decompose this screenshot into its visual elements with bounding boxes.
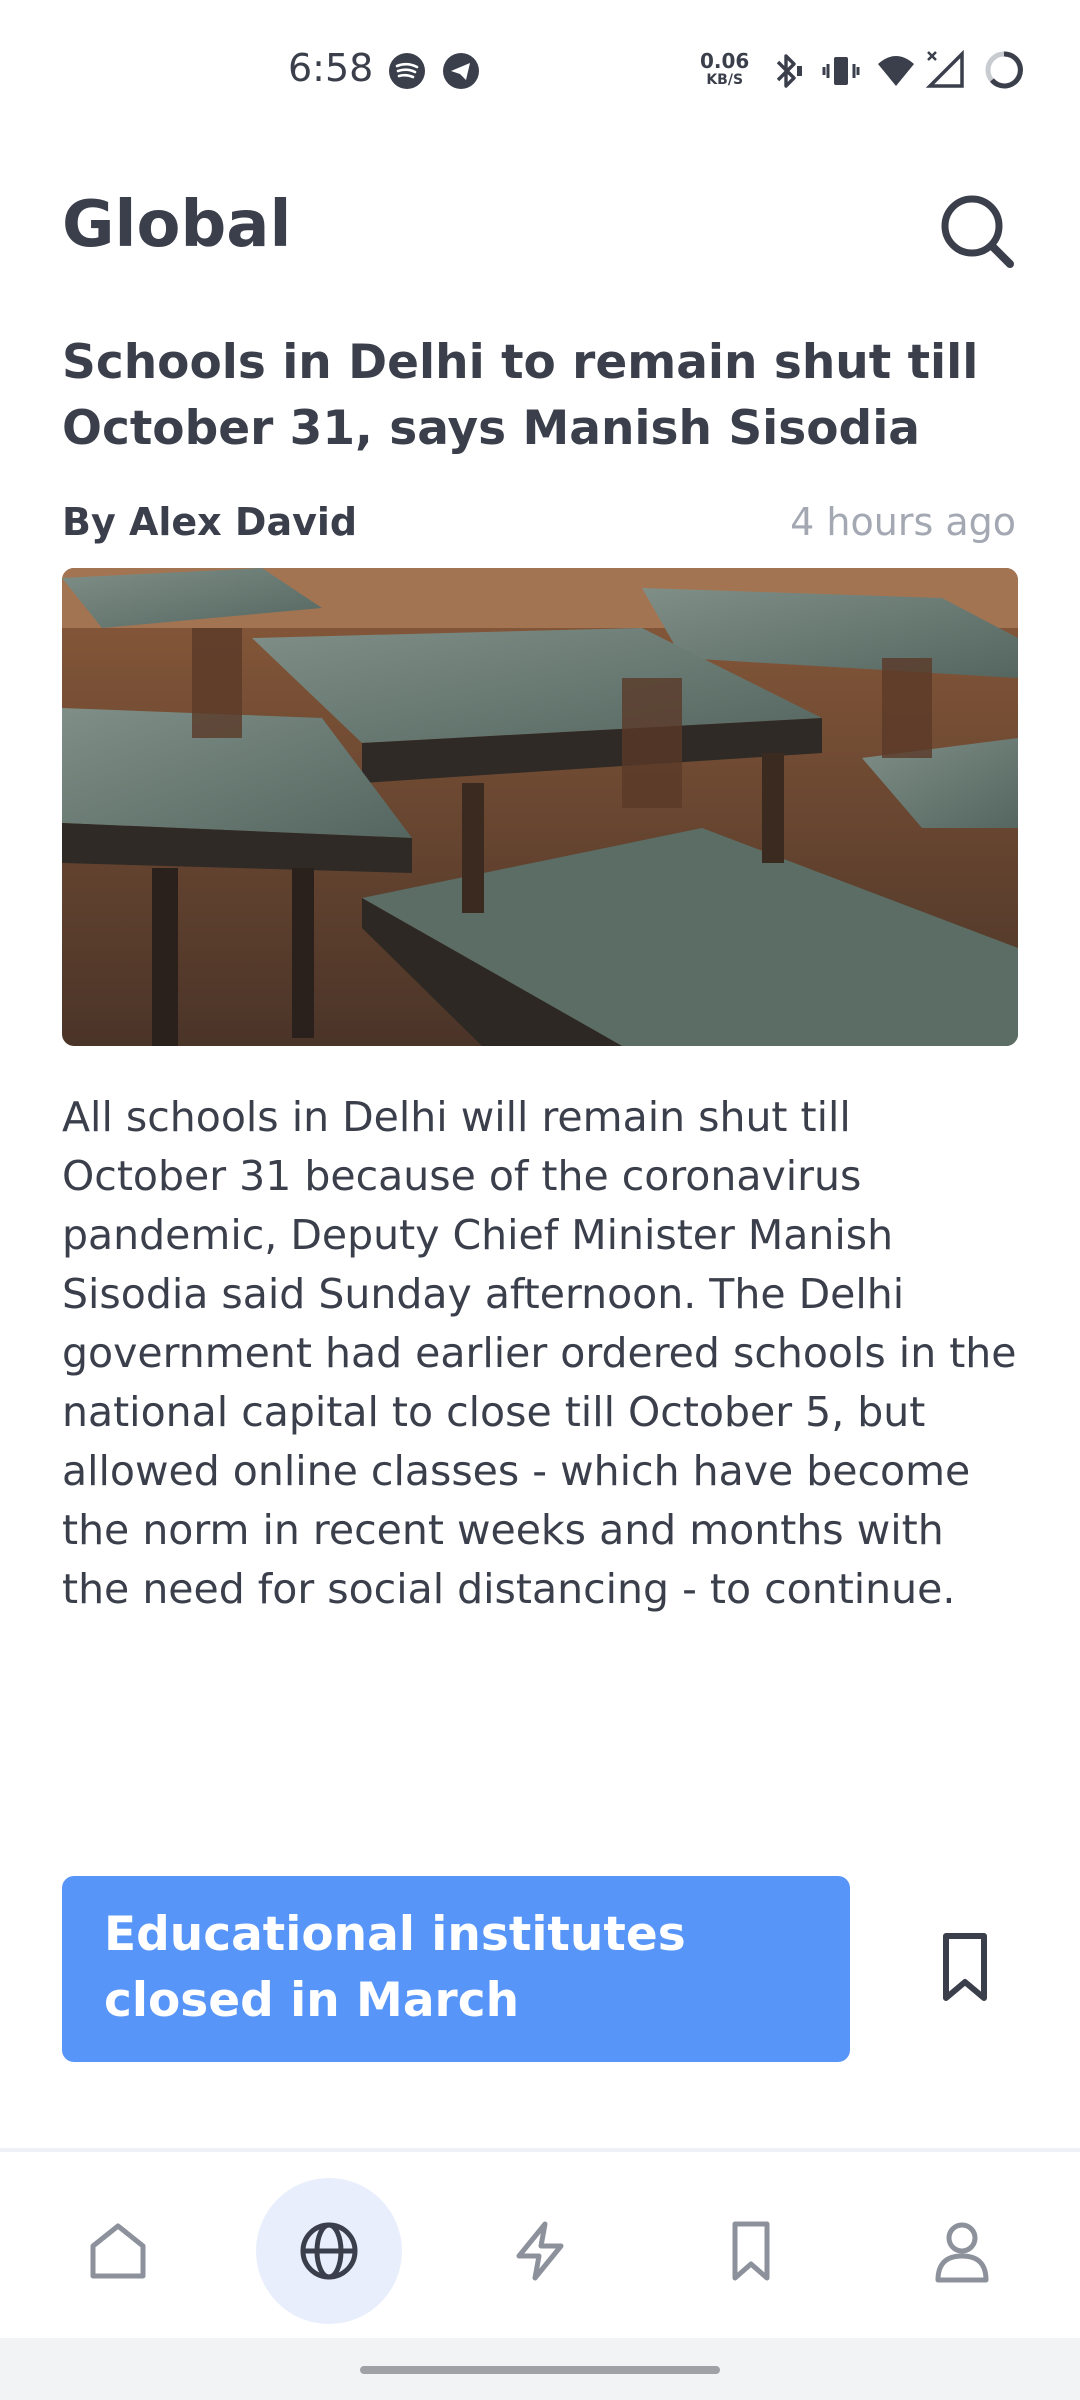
telegram-icon	[442, 52, 480, 94]
wifi-icon	[876, 52, 916, 94]
bottom-navigation	[0, 2148, 1080, 2342]
nav-bookmarks[interactable]	[678, 2178, 824, 2324]
lightning-icon	[516, 2221, 564, 2281]
nav-global[interactable]	[256, 2178, 402, 2324]
home-icon	[90, 2223, 146, 2279]
network-speed-unit: KB/S	[706, 72, 744, 88]
article-author: By Alex David	[62, 500, 358, 544]
bookmark-icon	[732, 2221, 770, 2281]
article-timestamp: 4 hours ago	[790, 500, 1016, 544]
spotify-icon	[388, 52, 426, 94]
related-topic-label: Educational institutes closed in March	[104, 1907, 686, 2028]
article-body: All schools in Delhi will remain shut ti…	[62, 1093, 1017, 1613]
vibrate-icon	[822, 52, 860, 94]
related-topic-button[interactable]: Educational institutes closed in March	[62, 1876, 850, 2062]
bookmark-icon	[943, 1933, 987, 2001]
status-bar: 6:58 0.06 KB/S	[0, 0, 1080, 140]
globe-icon	[300, 2222, 358, 2280]
page-title: Global	[62, 188, 292, 262]
status-time: 6:58	[288, 46, 374, 90]
search-icon	[941, 195, 1014, 268]
bookmark-button[interactable]	[930, 1930, 1000, 2006]
article-headline[interactable]: Schools in Delhi to remain shut till Oct…	[62, 330, 1002, 462]
cellular-signal-icon	[925, 49, 966, 94]
nav-trending[interactable]	[467, 2178, 613, 2324]
nav-profile[interactable]	[889, 2178, 1035, 2324]
search-button[interactable]	[938, 192, 1018, 272]
network-speed: 0.06 KB/S	[700, 49, 750, 90]
article-image[interactable]	[62, 568, 1018, 1046]
nav-home[interactable]	[45, 2178, 191, 2324]
home-gesture-bar[interactable]	[360, 2366, 720, 2374]
profile-icon	[935, 2222, 989, 2283]
bluetooth-icon	[770, 52, 806, 94]
network-speed-value: 0.06	[700, 49, 750, 73]
battery-icon	[984, 50, 1024, 94]
